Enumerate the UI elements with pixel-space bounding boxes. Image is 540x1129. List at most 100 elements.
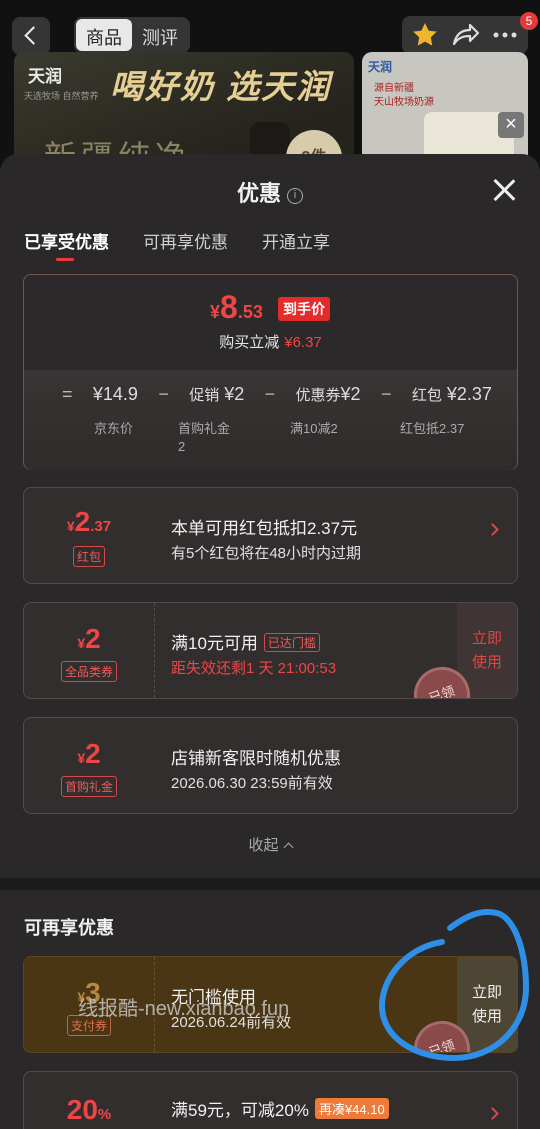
more-discounts-title: 可再享优惠 — [24, 918, 114, 938]
promo-item: 促销 ¥2 — [189, 384, 244, 405]
coupon-divider — [154, 603, 155, 698]
coupon-title: 满10元可用 已达门槛 — [171, 629, 320, 654]
coupon-amount-area: 20% — [24, 1072, 154, 1129]
redpacket-value: ¥2.37 — [446, 384, 492, 404]
instant-reduction: 购买立减 ¥6.37 — [24, 331, 517, 352]
redpacket-coupon-card[interactable]: ¥2.37 红包 本单可用红包抵扣2.37元 有5个红包将在48小时内过期 — [23, 487, 518, 584]
minus-sign: − — [264, 384, 276, 404]
coupon-amount: ¥2.37 — [24, 506, 154, 538]
back-button[interactable] — [12, 17, 50, 55]
currency-symbol: ¥ — [66, 518, 75, 534]
collapse-button[interactable]: 收起 — [0, 834, 540, 855]
price-breakdown: = ¥14.9 − 促销 ¥2 − 优惠券¥2 − 红包 ¥2.37 京东价 首… — [24, 370, 517, 470]
discount-tabs: 已享受优惠 可再享优惠 开通立享 — [24, 228, 330, 261]
banner-slogan: 喝好奶 选天润 — [110, 68, 332, 105]
thumb-logo: 天润 — [368, 60, 393, 74]
tab-review[interactable]: 测评 — [132, 19, 188, 51]
currency-symbol: ¥ — [77, 635, 86, 651]
notification-badge: 5 — [520, 12, 538, 30]
coupon-countdown: 距失效还剩1 天 21:00:53 — [171, 660, 337, 677]
thumb-text-line1: 源自新疆 — [374, 83, 414, 94]
final-price-area: ¥8.53 到手价 购买立减 ¥6.37 — [24, 275, 517, 370]
coupon-amount-area: ¥2 首购礼金 — [24, 718, 154, 813]
coupon-label: 优惠券 — [295, 387, 341, 404]
coupon-title: 本单可用红包抵扣2.37元 — [171, 519, 358, 538]
brand-sub: 天选牧场 自然营养 — [24, 91, 99, 101]
final-price: ¥8.53 — [210, 289, 263, 326]
minus-sign: − — [380, 384, 392, 404]
coupon-title: 店铺新客限时随机优惠 — [171, 749, 341, 768]
chevron-right-icon[interactable] — [486, 1107, 499, 1120]
coupon-item: 优惠券¥2 — [296, 384, 361, 405]
price-decimal: .53 — [237, 302, 263, 322]
threshold-reached-tag: 已达门槛 — [263, 633, 320, 652]
percent-value: 20 — [66, 1094, 98, 1125]
coupon-title: 满59元，可减20% 再凑¥44.10 — [171, 1096, 389, 1121]
minus-sign: − — [158, 384, 169, 404]
coupon-amount-area: ¥2 全品类券 — [24, 603, 154, 698]
amount-integer: 2 — [85, 738, 101, 769]
base-price: ¥14.9 — [92, 384, 138, 404]
coupon-amount: ¥2 — [24, 623, 154, 655]
promo-sub: 首购礼金 2 — [178, 420, 230, 456]
coupon-value: ¥2 — [340, 384, 361, 404]
tab-open-enjoy[interactable]: 开通立享 — [262, 228, 330, 253]
thumb-text-line2: 天山牧场奶源 — [374, 97, 434, 108]
tab-more-available[interactable]: 可再享优惠 — [143, 228, 228, 253]
annotation-circle — [378, 908, 530, 1062]
tab-product[interactable]: 商品 — [76, 19, 132, 51]
amount-integer: 2 — [85, 623, 101, 654]
reduction-label: 购买立减 — [219, 334, 280, 351]
base-price-sub: 京东价 — [94, 421, 134, 436]
info-icon[interactable]: i — [287, 188, 303, 204]
sheet-title: 优惠 i — [0, 176, 540, 208]
share-icon[interactable] — [448, 18, 482, 52]
close-icon[interactable] — [492, 178, 516, 202]
top-tabs: 商品 测评 — [74, 17, 190, 53]
coupon-sub: 满10减2 — [290, 421, 338, 436]
more-icon[interactable] — [488, 18, 522, 52]
currency-symbol: ¥ — [77, 750, 86, 766]
tab-enjoyed[interactable]: 已享受优惠 — [24, 228, 109, 261]
percent-coupon-card[interactable]: 20% 满59元，可减20% 再凑¥44.10 — [23, 1071, 518, 1129]
promo-value: ¥2 — [224, 384, 245, 404]
price-summary-card: ¥8.53 到手价 购买立减 ¥6.37 = ¥14.9 − 促销 ¥2 − 优惠… — [23, 274, 518, 470]
final-price-tag: 到手价 — [278, 297, 330, 321]
equals-sign: = — [62, 384, 73, 404]
star-icon[interactable] — [408, 18, 442, 52]
amount-decimal: .37 — [90, 518, 112, 535]
category-coupon-card: ¥2 全品类券 满10元可用 已达门槛 距失效还剩1 天 21:00:53 立即 … — [23, 602, 518, 699]
coupon-amount-area: ¥2.37 红包 — [24, 488, 154, 583]
top-actions — [402, 16, 528, 54]
first-purchase-coupon-card: ¥2 首购礼金 店铺新客限时随机优惠 2026.06.30 23:59前有效 — [23, 717, 518, 814]
coupon-amount: ¥2 — [24, 738, 154, 770]
add-more-tag: 再凑¥44.10 — [314, 1098, 389, 1119]
reduction-value: ¥6.37 — [284, 334, 322, 351]
promo-sub-line2: 2 — [178, 439, 186, 454]
coupon-desc: 有5个红包将在48小时内过期 — [171, 545, 362, 562]
price-formula: = ¥14.9 − 促销 ¥2 − 优惠券¥2 − 红包 ¥2.37 — [62, 384, 492, 405]
use-now-line2: 使用 — [471, 654, 502, 671]
chevron-right-icon[interactable] — [486, 523, 499, 536]
chevron-up-icon — [283, 842, 293, 853]
coupon-title-text: 满10元可用 — [171, 634, 258, 653]
amount-integer: 2 — [74, 506, 91, 537]
coupon-type-tag: 全品类券 — [60, 661, 118, 682]
collapse-label: 收起 — [248, 837, 279, 854]
section-separator — [0, 878, 540, 890]
percent-sign: % — [97, 1106, 112, 1123]
redpacket-sub: 红包抵2.37 — [400, 421, 465, 436]
thumb-close-icon[interactable]: × — [498, 112, 524, 138]
currency-symbol: ¥ — [210, 302, 221, 322]
brand-logo: 天润 天选牧场 自然营养 — [24, 62, 99, 102]
redpacket-item: 红包 ¥2.37 — [412, 384, 492, 405]
coupon-type-tag: 首购礼金 — [60, 776, 118, 797]
use-now-line1: 立即 — [471, 630, 502, 647]
redpacket-label: 红包 — [411, 387, 442, 404]
coupon-amount: 20% — [24, 1094, 154, 1126]
coupon-title-text: 满59元，可减20% — [171, 1101, 309, 1120]
promo-sub-line1: 首购礼金 — [178, 421, 231, 436]
brand-name: 天润 — [28, 67, 62, 86]
coupon-desc: 2026.06.30 23:59前有效 — [171, 775, 333, 792]
sheet-title-text: 优惠 — [236, 181, 281, 206]
